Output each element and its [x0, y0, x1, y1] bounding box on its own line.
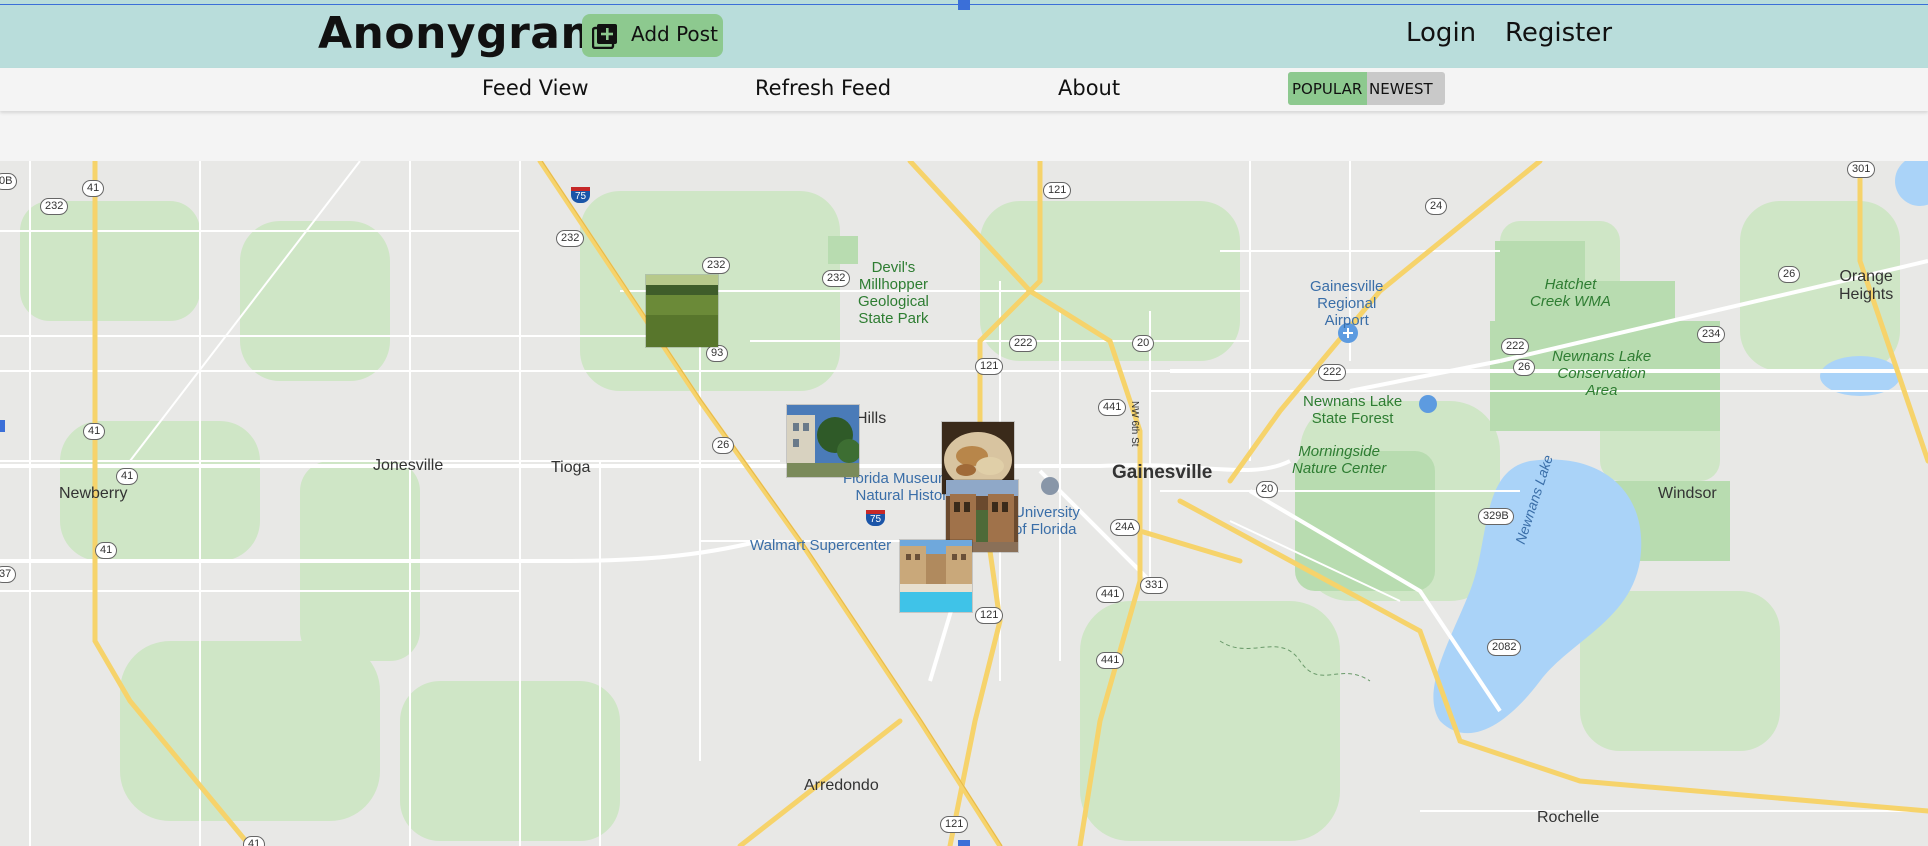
map-label-hills: Hills — [856, 410, 887, 427]
about-link[interactable]: About — [1058, 76, 1120, 100]
map-label-uf: University of Florida — [1014, 504, 1080, 538]
nav-bar — [0, 68, 1928, 111]
map-label-orange-heights: Orange Heights — [1839, 268, 1894, 303]
interstate-shield: 75 — [571, 187, 591, 203]
photo-marker-grass-field[interactable] — [646, 275, 718, 347]
map-label-devils-millhopper: Devil's Millhopper Geological State Park — [858, 259, 929, 327]
map-label-hatchet-creek: Hatchet Creek WMA — [1530, 276, 1611, 310]
add-post-icon — [592, 24, 617, 49]
map-label-newnans-forest: Newnans Lake State Forest — [1303, 393, 1403, 427]
route-shield: 41 — [243, 836, 266, 846]
map-label-gainesville: Gainesville — [1112, 462, 1213, 483]
map-label-arredondo: Arredondo — [804, 777, 879, 794]
feed-view-link[interactable]: Feed View — [482, 76, 589, 100]
sort-newest-button[interactable]: NEWEST — [1369, 80, 1433, 98]
route-shield: 232 — [556, 230, 585, 247]
map-label-walmart: Walmart Supercenter — [750, 537, 892, 554]
register-link[interactable]: Register — [1505, 18, 1612, 48]
route-shield: 232 — [40, 198, 69, 215]
route-shield: 222 — [1318, 364, 1347, 381]
map-label-nw-6th-st: NW 6th St — [1129, 401, 1140, 447]
route-shield: 41 — [116, 468, 139, 485]
route-shield: 26 — [712, 437, 735, 454]
map-label-newberry: Newberry — [59, 485, 128, 502]
map-label-rochelle: Rochelle — [1537, 809, 1600, 826]
route-shield: 331 — [1140, 577, 1169, 594]
route-shield: 121 — [975, 358, 1004, 375]
map-label-newnans-conservation: Newnans Lake Conservation Area — [1552, 348, 1652, 399]
map-label-tioga: Tioga — [551, 459, 591, 476]
login-link[interactable]: Login — [1406, 18, 1476, 48]
selection-handle[interactable] — [958, 840, 970, 846]
route-shield: 121 — [1043, 182, 1072, 199]
route-shield: 222 — [1009, 335, 1038, 352]
brand-logo[interactable]: Anonygram — [318, 8, 607, 59]
add-post-label: Add Post — [631, 22, 718, 46]
sort-toggle[interactable]: POPULAR NEWEST — [1288, 72, 1445, 105]
route-shield: 20 — [1256, 481, 1279, 498]
route-shield: 441 — [1096, 586, 1125, 603]
photo-marker-pool[interactable] — [900, 540, 972, 612]
interstate-shield: 75 — [866, 510, 886, 526]
sort-popular-label: POPULAR — [1292, 80, 1363, 98]
route-shield: 121 — [975, 607, 1004, 624]
photo-marker-building-trees[interactable] — [787, 405, 859, 477]
route-shield: 121 — [940, 816, 969, 833]
route-shield: 234 — [1697, 326, 1726, 343]
refresh-feed-link[interactable]: Refresh Feed — [755, 76, 891, 100]
route-shield: 26 — [1778, 266, 1801, 283]
route-shield: 41 — [95, 542, 118, 559]
route-shield: 41 — [83, 423, 106, 440]
add-post-button[interactable]: Add Post — [582, 14, 723, 57]
selection-handle[interactable] — [958, 0, 970, 10]
route-shield: 20 — [1132, 335, 1155, 352]
map-label-airport: Gainesville Regional Airport — [1310, 278, 1384, 329]
route-shield: 41 — [82, 180, 105, 197]
route-shield: 93 — [706, 345, 729, 362]
map-label-morningside: Morningside Nature Center — [1292, 443, 1387, 477]
map-label-jonesville: Jonesville — [373, 457, 444, 474]
route-shield: 222 — [1501, 338, 1530, 355]
route-shield: 24A — [1110, 519, 1140, 536]
map-view[interactable]: Gainesville Jonesville Tioga Newberry Ar… — [0, 161, 1928, 846]
route-shield: 2082 — [1487, 639, 1522, 656]
selection-handle[interactable] — [0, 420, 5, 432]
route-shield: 24 — [1425, 198, 1448, 215]
route-shield: 232 — [702, 257, 731, 274]
map-label-windsor: Windsor — [1658, 485, 1717, 502]
route-shield: 329B — [1478, 508, 1514, 525]
route-shield: 441 — [1096, 652, 1125, 669]
route-shield: 232 — [822, 270, 851, 287]
route-shield: 441 — [1098, 399, 1127, 416]
header-bar — [0, 0, 1928, 68]
route-shield: 301 — [1847, 161, 1876, 178]
route-shield: 26 — [1513, 359, 1536, 376]
